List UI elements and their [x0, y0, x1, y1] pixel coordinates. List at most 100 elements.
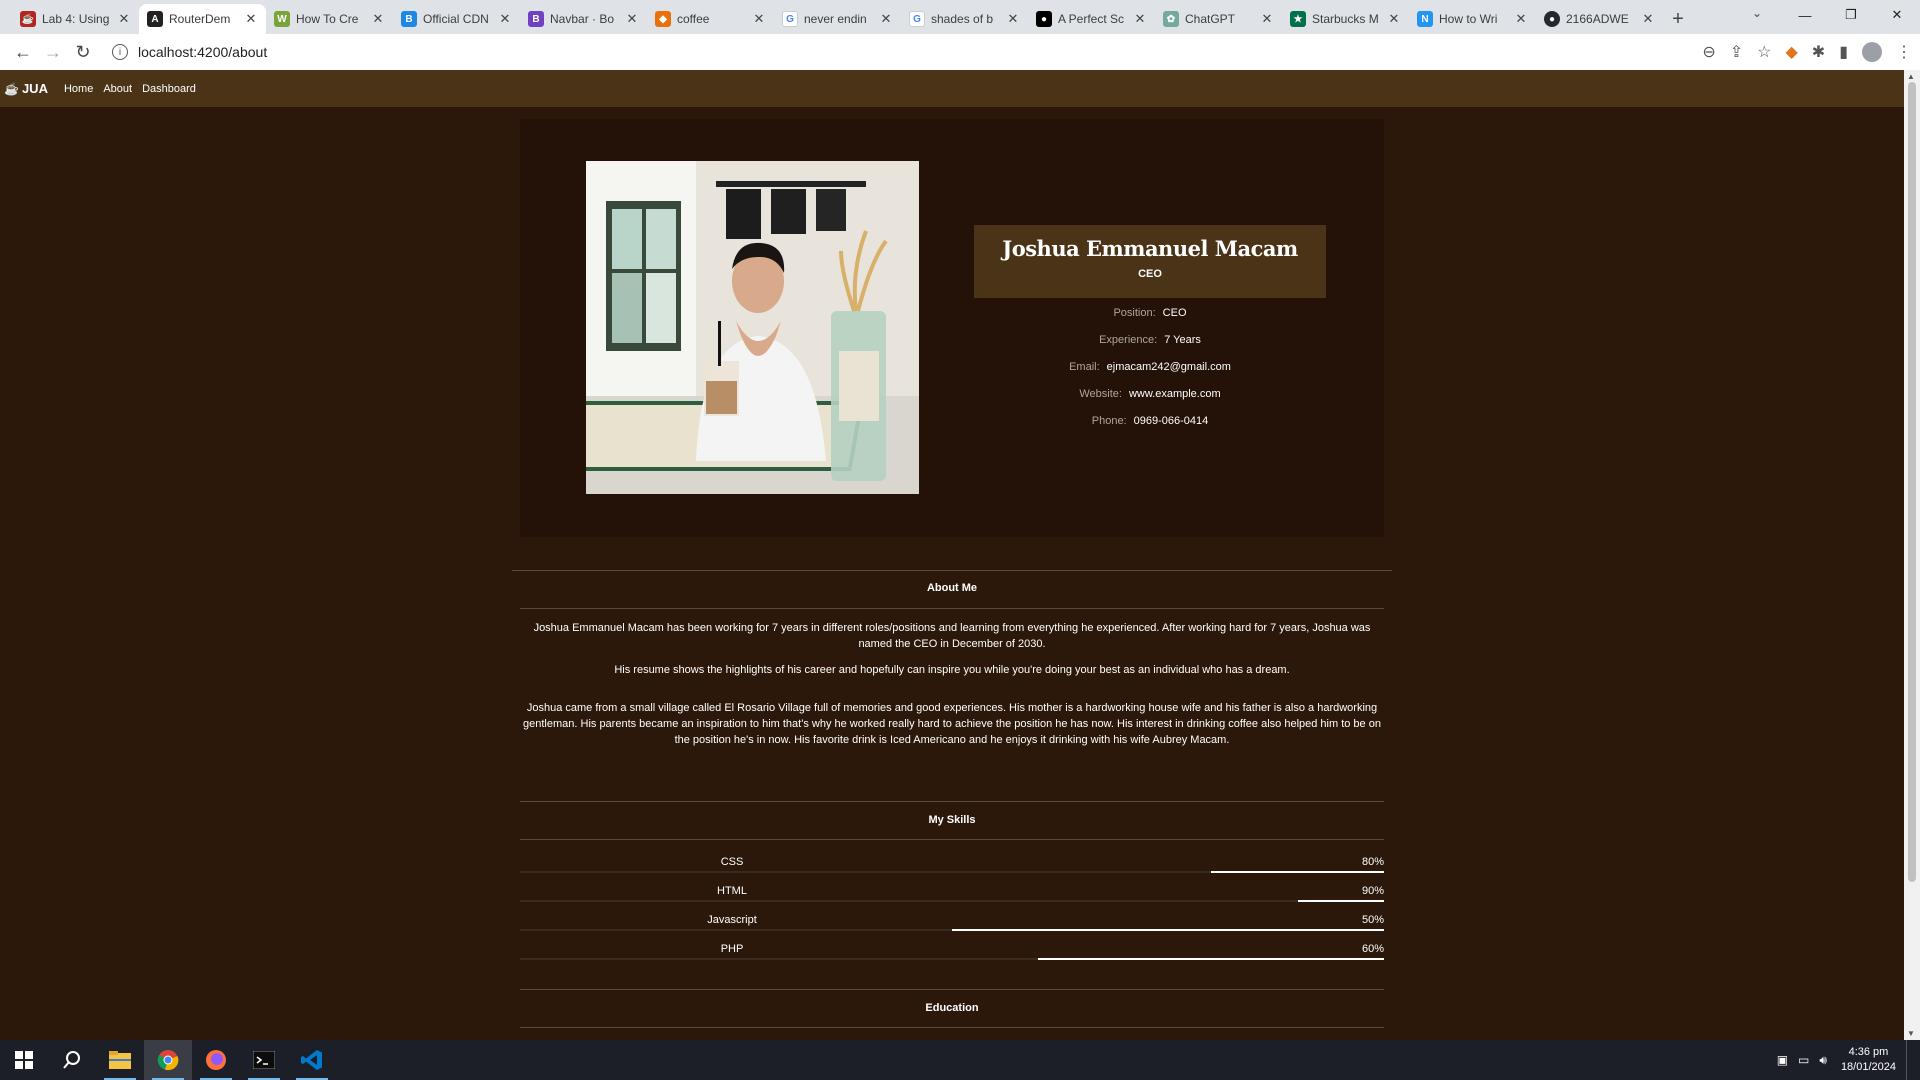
- browser-tab[interactable]: ● 2166ADWE ✕: [1536, 4, 1663, 34]
- close-icon[interactable]: ✕: [1006, 11, 1020, 27]
- brand[interactable]: ☕ JUA: [4, 81, 48, 96]
- browser-tab[interactable]: B Navbar · Bo ✕: [520, 4, 647, 34]
- close-icon[interactable]: ✕: [498, 11, 512, 27]
- nav-link-dashboard[interactable]: Dashboard: [142, 83, 196, 95]
- zoom-icon[interactable]: ⊖: [1702, 42, 1715, 62]
- profile-card: Joshua Emmanuel Macam CEO Position: CEO E…: [520, 119, 1384, 537]
- share-icon[interactable]: ⇪: [1730, 42, 1743, 62]
- close-icon[interactable]: ✕: [879, 11, 893, 27]
- info-icon[interactable]: i: [112, 44, 128, 60]
- firefox-icon[interactable]: [192, 1040, 240, 1080]
- close-icon[interactable]: ✕: [1514, 11, 1528, 27]
- back-arrow-icon[interactable]: ←: [8, 37, 38, 67]
- network-icon[interactable]: ▭: [1798, 1053, 1809, 1067]
- menu-kebab-icon[interactable]: ⋮: [1896, 42, 1912, 62]
- browser-tab[interactable]: ★ Starbucks M ✕: [1282, 4, 1409, 34]
- scroll-down-icon[interactable]: ▼: [1907, 1029, 1915, 1038]
- scrollbar-thumb[interactable]: [1908, 82, 1916, 882]
- show-desktop[interactable]: [1906, 1040, 1910, 1080]
- divider: [520, 989, 1384, 990]
- browser-tab[interactable]: N How to Wri ✕: [1409, 4, 1536, 34]
- browser-tab[interactable]: ● A Perfect Sc ✕: [1028, 4, 1155, 34]
- terminal-icon[interactable]: [240, 1040, 288, 1080]
- page-scrollbar[interactable]: ▲ ▼: [1904, 70, 1920, 1040]
- close-icon[interactable]: ✕: [244, 11, 258, 27]
- window-controls: — ❐ ✕: [1782, 0, 1920, 30]
- minimize-icon[interactable]: —: [1782, 0, 1828, 30]
- extensions-puzzle-icon[interactable]: ✱: [1812, 42, 1825, 62]
- browser-tab[interactable]: ✿ ChatGPT ✕: [1155, 4, 1282, 34]
- skill-row: CSS 80%: [520, 844, 1384, 873]
- bootstrap-icon: B: [528, 11, 544, 27]
- browser-tab-active[interactable]: A RouterDem ✕: [139, 4, 266, 34]
- close-window-icon[interactable]: ✕: [1874, 0, 1920, 30]
- education-title: Education: [925, 1002, 979, 1014]
- browser-tab[interactable]: W How To Cre ✕: [266, 4, 393, 34]
- browser-tab[interactable]: ◆ coffee ✕: [647, 4, 774, 34]
- tab-title: A Perfect Sc: [1058, 12, 1125, 26]
- clock[interactable]: 4:36 pm 18/01/2024: [1841, 1045, 1896, 1075]
- skill-name: PHP: [720, 943, 744, 955]
- skills-title: My Skills: [928, 814, 976, 826]
- skill-percent: 80%: [1361, 856, 1384, 868]
- skill-bar: [1038, 958, 1384, 960]
- browser-tab[interactable]: B Official CDN ✕: [393, 4, 520, 34]
- browser-tab[interactable]: ☕ Lab 4: Using ✕: [12, 4, 139, 34]
- tab-search-chevron-icon[interactable]: ⌄: [1752, 6, 1762, 20]
- tab-title: coffee: [677, 12, 710, 26]
- close-icon[interactable]: ✕: [1133, 11, 1147, 27]
- close-icon[interactable]: ✕: [371, 11, 385, 27]
- about-paragraph: His resume shows the highlights of his c…: [614, 664, 1290, 676]
- vscode-icon[interactable]: [288, 1040, 336, 1080]
- divider: [520, 608, 1384, 609]
- detail-label: Website:: [1079, 388, 1122, 400]
- side-panel-icon[interactable]: ▮: [1839, 42, 1848, 62]
- skill-percent: 50%: [1361, 914, 1384, 926]
- tab-title: RouterDem: [169, 12, 231, 26]
- skills-divider-top: [520, 801, 1384, 802]
- browser-tab[interactable]: G shades of b ✕: [901, 4, 1028, 34]
- reload-icon[interactable]: ↻: [68, 37, 98, 67]
- about-text: Joshua Emmanuel Macam has been working f…: [520, 620, 1384, 748]
- nav-link-home[interactable]: Home: [64, 83, 93, 95]
- detail-email: Email: ejmacam242@gmail.com: [974, 360, 1326, 387]
- profile-avatar-icon[interactable]: [1862, 42, 1882, 62]
- profile-name: Joshua Emmanuel Macam: [1002, 236, 1298, 261]
- close-icon[interactable]: ✕: [1260, 11, 1274, 27]
- url-field[interactable]: i localhost:4200/about: [112, 38, 1652, 66]
- profile-photo: [586, 161, 919, 494]
- bootstrap-b-icon: B: [401, 11, 417, 27]
- tray-app-icon[interactable]: ▣: [1777, 1053, 1788, 1067]
- github-icon: ●: [1544, 11, 1560, 27]
- divider: [520, 839, 1384, 840]
- starbucks-icon: ★: [1290, 11, 1306, 27]
- skill-name: Javascript: [707, 914, 757, 926]
- new-tab-button[interactable]: +: [1663, 4, 1693, 34]
- skill-name: HTML: [717, 885, 747, 897]
- about-paragraph: Joshua Emmanuel Macam has been working f…: [533, 622, 1371, 650]
- bookmark-star-icon[interactable]: ☆: [1757, 42, 1771, 62]
- scroll-up-icon[interactable]: ▲: [1907, 72, 1915, 81]
- metamask-icon[interactable]: ◆: [1785, 42, 1797, 62]
- detail-label: Position:: [1113, 307, 1156, 319]
- skill-name: CSS: [720, 856, 744, 868]
- browser-tab[interactable]: G never endin ✕: [774, 4, 901, 34]
- file-explorer-icon[interactable]: [96, 1040, 144, 1080]
- close-icon[interactable]: ✕: [1641, 11, 1655, 27]
- close-icon[interactable]: ✕: [752, 11, 766, 27]
- detail-position: Position: CEO: [974, 306, 1326, 333]
- detail-value: CEO: [1162, 307, 1187, 319]
- close-icon[interactable]: ✕: [1387, 11, 1401, 27]
- restore-icon[interactable]: ❐: [1828, 0, 1874, 30]
- close-icon[interactable]: ✕: [625, 11, 639, 27]
- toolbar-actions: ⊖ ⇪ ☆ ◆ ✱ ▮ ⋮: [1702, 42, 1912, 62]
- close-icon[interactable]: ✕: [117, 11, 131, 27]
- skill-percent: 60%: [1361, 943, 1384, 955]
- nav-link-about[interactable]: About: [103, 83, 132, 95]
- chrome-icon[interactable]: [144, 1040, 192, 1080]
- forward-arrow-icon[interactable]: →: [38, 37, 68, 67]
- windows-start-icon[interactable]: [0, 1040, 48, 1080]
- volume-icon[interactable]: 🔊︎: [1819, 1053, 1827, 1068]
- search-icon[interactable]: [48, 1040, 96, 1080]
- tab-title: How to Wri: [1439, 12, 1498, 26]
